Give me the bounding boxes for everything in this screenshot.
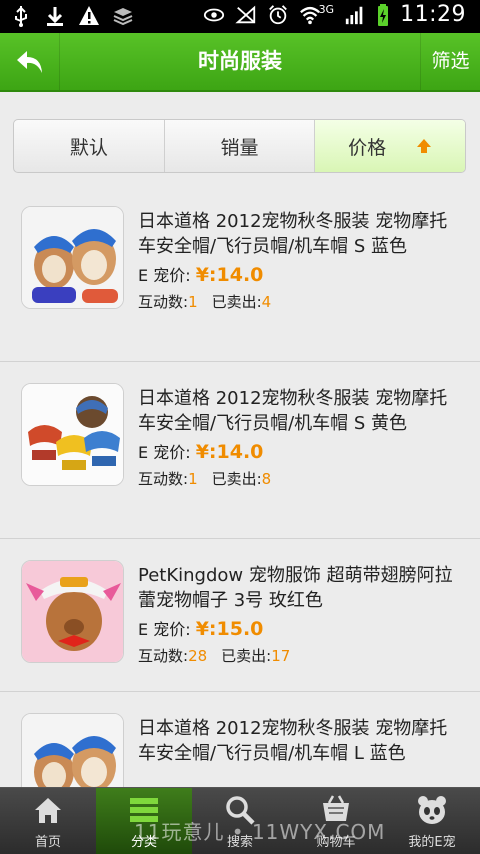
eye-icon (203, 8, 224, 21)
status-bar: 3G 11:29 (0, 0, 480, 33)
back-arrow-icon (16, 50, 42, 73)
price-label: E 宠价: (138, 620, 191, 639)
bottom-nav: 首页 分类 搜索 购物车 我的E宠 (0, 787, 480, 854)
sold-label: 已卖出: (211, 293, 262, 311)
no-signal-icon (234, 5, 255, 23)
interact-label: 互动数: (138, 293, 189, 311)
sort-tab-sales[interactable]: 销量 (165, 120, 316, 172)
download-icon (47, 7, 63, 26)
battery-charging-icon (378, 3, 389, 26)
title-bar: 时尚服装 筛选 (0, 33, 480, 92)
sort-tab-label: 默认 (69, 136, 108, 159)
product-title: 日本道格 2012宠物秋冬服装 宠物摩托车安全帽/飞行员帽/机车帽 L 蓝色 (138, 718, 448, 764)
nav-home[interactable]: 首页 (0, 788, 96, 854)
search-icon (226, 796, 255, 825)
sold-count: 4 (261, 293, 272, 311)
product-price: ¥:15.0 (195, 618, 264, 640)
usb-icon (15, 6, 27, 27)
price-label: E 宠价: (138, 443, 191, 462)
nav-label: 分类 (130, 835, 157, 850)
nav-my-epet[interactable]: 我的E宠 (384, 788, 480, 854)
sort-tab-label: 销量 (220, 136, 259, 159)
product-title: PetKingdow 宠物服饰 超萌带翅膀阿拉蕾宠物帽子 3号 玫红色 (138, 565, 453, 611)
warning-icon (79, 6, 99, 25)
nav-label: 购物车 (316, 835, 356, 850)
wifi-icon (299, 6, 320, 24)
nav-label: 首页 (34, 835, 61, 850)
network-type-label: 3G (318, 3, 335, 16)
product-image (21, 713, 124, 787)
filter-button[interactable]: 筛选 (420, 33, 480, 90)
nav-cart[interactable]: 购物车 (288, 788, 384, 854)
sold-count: 8 (261, 470, 272, 488)
product-image (21, 206, 124, 309)
status-time: 11:29 (400, 2, 466, 27)
signal-icon (345, 6, 363, 24)
nav-search[interactable]: 搜索 (192, 788, 288, 854)
interact-count: 28 (188, 647, 208, 665)
sold-label: 已卖出: (211, 470, 262, 488)
stack-icon (113, 8, 133, 26)
sort-tabs: 默认 销量 价格 (13, 119, 466, 173)
sort-tab-default[interactable]: 默认 (14, 120, 165, 172)
product-price: ¥:14.0 (195, 264, 264, 286)
product-item[interactable]: 日本道格 2012宠物秋冬服装 宠物摩托车安全帽/飞行员帽/机车帽 S 蓝色 E… (0, 185, 480, 362)
product-item[interactable]: 日本道格 2012宠物秋冬服装 宠物摩托车安全帽/飞行员帽/机车帽 S 黄色 E… (0, 362, 480, 539)
product-item[interactable]: PetKingdow 宠物服饰 超萌带翅膀阿拉蕾宠物帽子 3号 玫红色 E 宠价… (0, 539, 480, 692)
panda-icon (418, 796, 446, 824)
home-icon (35, 798, 61, 823)
product-title: 日本道格 2012宠物秋冬服装 宠物摩托车安全帽/飞行员帽/机车帽 S 蓝色 (138, 211, 448, 257)
alarm-icon (268, 4, 287, 24)
page-title: 时尚服装 (198, 49, 282, 73)
product-title: 日本道格 2012宠物秋冬服装 宠物摩托车安全帽/飞行员帽/机车帽 S 黄色 (138, 388, 448, 434)
price-label: E 宠价: (138, 266, 191, 285)
product-list: 日本道格 2012宠物秋冬服装 宠物摩托车安全帽/飞行员帽/机车帽 S 蓝色 E… (0, 185, 480, 787)
product-price: ¥:14.0 (195, 441, 264, 463)
nav-category[interactable]: 分类 (96, 788, 192, 854)
interact-count: 1 (188, 293, 198, 311)
nav-label: 我的E宠 (408, 835, 456, 850)
back-button[interactable] (0, 33, 60, 90)
sort-up-arrow-icon (417, 139, 432, 153)
category-icon (130, 798, 158, 822)
product-item[interactable]: 日本道格 2012宠物秋冬服装 宠物摩托车安全帽/飞行员帽/机车帽 L 蓝色 (0, 692, 480, 787)
sort-tab-label: 价格 (348, 136, 387, 159)
sold-count: 17 (271, 647, 291, 665)
product-image (21, 560, 124, 663)
sort-tab-price[interactable]: 价格 (315, 120, 465, 172)
sold-label: 已卖出: (221, 647, 272, 665)
interact-count: 1 (188, 470, 198, 488)
nav-label: 搜索 (226, 835, 253, 850)
product-image (21, 383, 124, 486)
interact-label: 互动数: (138, 470, 189, 488)
interact-label: 互动数: (138, 647, 189, 665)
cart-icon (323, 795, 349, 821)
